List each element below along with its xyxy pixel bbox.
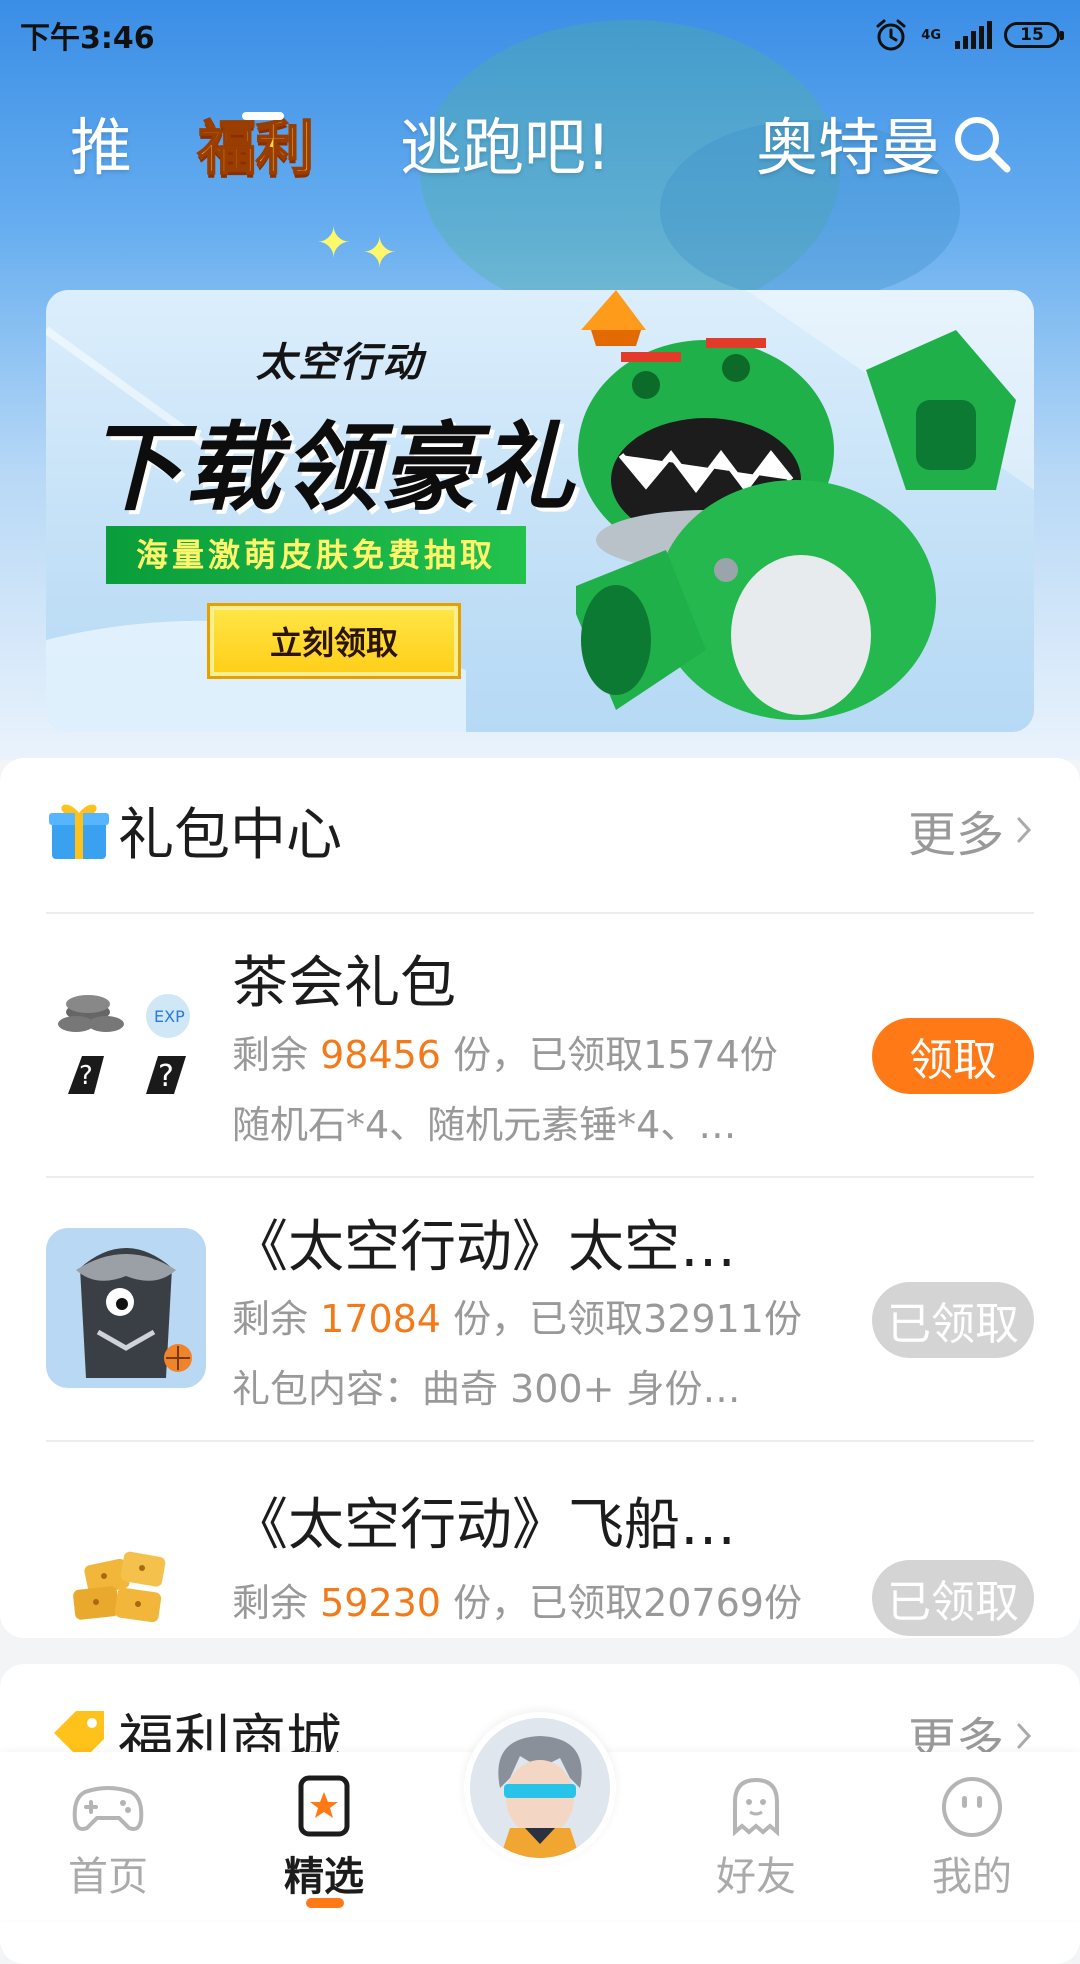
gift-items-icon: EXP ? ?: [58, 994, 190, 1094]
network-type: 4G: [921, 27, 941, 43]
svg-text:?: ?: [158, 1059, 174, 1094]
gift-thumbnail: EXP ? ?: [46, 964, 206, 1124]
top-tab-bar: 推 福利 逃跑吧! 奥特曼: [0, 100, 1080, 210]
gift-name: 《太空行动》飞船…: [232, 1493, 736, 1558]
remain-count: 98456: [320, 1033, 441, 1077]
nav-label: 我的: [932, 1854, 1012, 1900]
nav-label-text: 精选: [284, 1854, 364, 1900]
active-tab-indicator: [242, 112, 284, 120]
nav-label: 首页: [68, 1854, 148, 1900]
gift-list-item[interactable]: EXP ? ? 茶会礼包 剩余 98456 份，已领取1574份 随机石*4、随…: [46, 914, 1034, 1176]
sparkle-icon: ✦: [316, 218, 352, 267]
gift-stats: 剩余 17084 份，已领取32911份: [232, 1288, 802, 1343]
gift-thumbnail: [46, 1492, 206, 1652]
gift-description: 随机石*4、随机元素锤*4、…: [232, 1103, 737, 1147]
gift-list-item[interactable]: 《太空行动》太空… 剩余 17084 份，已领取32911份 礼包内容：曲奇 3…: [46, 1178, 1034, 1440]
gamepad-icon: [72, 1786, 144, 1831]
bookmark-star-icon: [298, 1775, 350, 1837]
signal-icon: [955, 21, 992, 49]
banner-headline: 下载领豪礼: [86, 412, 576, 524]
claim-button[interactable]: 领取: [872, 1018, 1034, 1094]
chevron-right-icon: [1017, 1723, 1032, 1749]
battery-level: 15: [1020, 25, 1044, 45]
gift-center-title: 礼包中心: [118, 802, 342, 868]
nav-item-home[interactable]: 首页: [28, 1774, 188, 1904]
banner-game-logo: 太空行动: [256, 340, 424, 386]
gift-center-more-link[interactable]: 更多: [908, 795, 1034, 865]
remain-count: 17084: [320, 1297, 441, 1341]
claimed-count: 份，已领取32911份: [440, 1297, 802, 1341]
chevron-right-icon: [1017, 817, 1032, 843]
search-icon[interactable]: [950, 112, 1014, 176]
smiley-icon: [942, 1777, 1002, 1837]
avatar-icon: [470, 1718, 610, 1858]
active-nav-indicator: [306, 1898, 344, 1908]
svg-text:EXP: EXP: [154, 1007, 185, 1026]
remain-prefix: 剩余: [232, 1033, 321, 1077]
gift-box-icon: [49, 804, 109, 859]
tab-recommend[interactable]: 推: [70, 110, 132, 186]
character-avatar-icon: [76, 1248, 192, 1378]
gift-center-card: 礼包中心 更多 EXP ? ? 茶会礼包 剩余 98456 份，已领取1574份…: [0, 758, 1080, 1638]
status-icons: 4G 15: [873, 17, 1064, 53]
gift-name: 《太空行动》太空…: [232, 1215, 736, 1280]
alarm-icon: [876, 19, 906, 51]
banner-claim-button[interactable]: 立刻领取: [210, 606, 458, 676]
banner-subtitle: 海量激萌皮肤免费抽取: [106, 526, 527, 584]
gift-center-header: 礼包中心 更多: [46, 780, 1034, 880]
remain-count: 59230: [320, 1581, 441, 1625]
tab-escape[interactable]: 逃跑吧!: [400, 110, 611, 186]
gift-thumbnail: [46, 1228, 206, 1388]
tab-welfare[interactable]: 福利: [197, 110, 315, 186]
status-time: 下午3:46: [20, 21, 155, 56]
promo-banner[interactable]: 太空行动 下载领豪礼 海量激萌皮肤免费抽取 立刻领取: [46, 290, 1034, 732]
center-avatar-button[interactable]: [464, 1712, 616, 1864]
status-bar: 下午3:46 4G 15: [0, 0, 1080, 70]
claimed-button[interactable]: 已领取: [872, 1282, 1034, 1358]
more-label: 更多: [907, 807, 1004, 863]
claimed-count: 份，已领取20769份: [440, 1581, 802, 1625]
claimed-button[interactable]: 已领取: [872, 1560, 1034, 1636]
gift-description: 礼包内容：曲奇 300+ 身份…: [232, 1367, 741, 1411]
gift-stats: 剩余 59230 份，已领取20769份: [232, 1572, 802, 1627]
claimed-count: 份，已领取1574份: [440, 1033, 778, 1077]
remain-prefix: 剩余: [232, 1581, 321, 1625]
gift-name: 茶会礼包: [232, 951, 456, 1016]
nav-label: 精选: [284, 1844, 364, 1908]
remain-prefix: 剩余: [232, 1297, 321, 1341]
nav-label: 好友: [716, 1854, 796, 1900]
gift-center-title-wrap: 礼包中心: [46, 790, 342, 871]
dinosaur-mascot-illustration: [576, 290, 1016, 720]
gift-stats: 剩余 98456 份，已领取1574份: [232, 1024, 778, 1079]
nav-item-me[interactable]: 我的: [892, 1774, 1052, 1904]
nav-item-featured[interactable]: 精选: [244, 1774, 404, 1908]
battery-icon: 15: [1004, 22, 1064, 48]
nav-item-friends[interactable]: 好友: [676, 1774, 836, 1904]
avatar: [470, 1718, 610, 1858]
svg-text:?: ?: [79, 1061, 93, 1091]
tab-ultraman[interactable]: 奥特曼: [756, 110, 942, 186]
sparkle-icon: ✦: [362, 228, 398, 277]
cookies-icon: [73, 1551, 166, 1623]
ghost-icon: [733, 1777, 779, 1837]
